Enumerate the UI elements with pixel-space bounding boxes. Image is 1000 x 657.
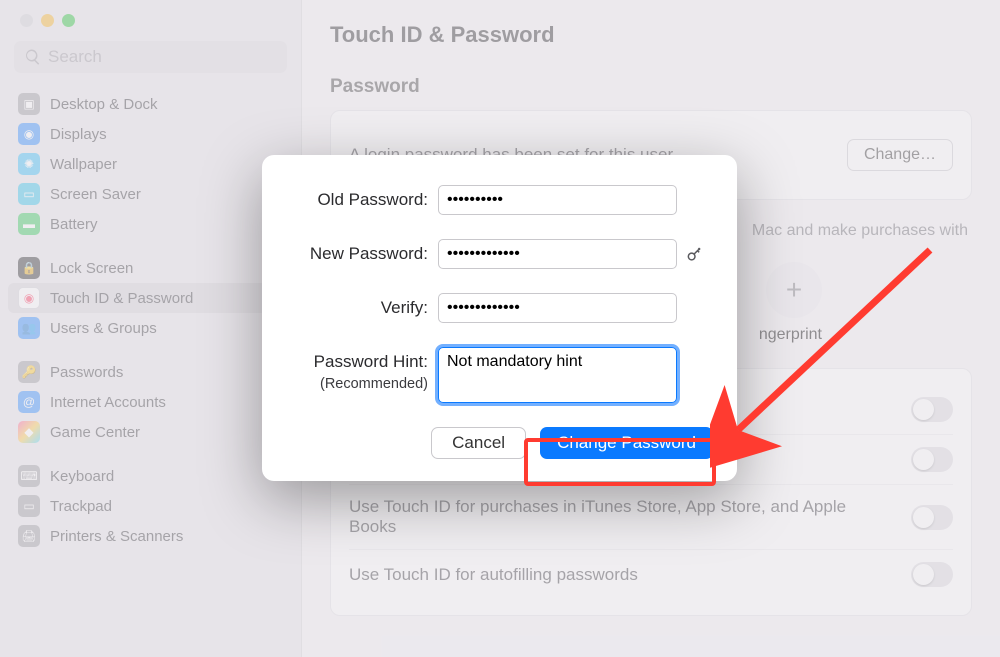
verify-password-field[interactable] <box>438 293 677 323</box>
change-password-dialog: Old Password: New Password: Verify: Pass… <box>262 155 737 481</box>
old-password-field[interactable] <box>438 185 677 215</box>
old-password-label: Old Password: <box>286 185 438 210</box>
change-password-submit-button[interactable]: Change Password <box>540 427 713 459</box>
password-hint-label: Password Hint:(Recommended) <box>286 347 438 394</box>
settings-window: Search ▣Desktop & Dock ◉Displays ✺Wallpa… <box>0 0 1000 657</box>
cancel-button[interactable]: Cancel <box>431 427 526 459</box>
new-password-label: New Password: <box>286 239 438 264</box>
key-icon[interactable] <box>685 244 705 264</box>
password-hint-field[interactable]: Not mandatory hint <box>438 347 677 403</box>
verify-password-label: Verify: <box>286 293 438 318</box>
new-password-field[interactable] <box>438 239 677 269</box>
